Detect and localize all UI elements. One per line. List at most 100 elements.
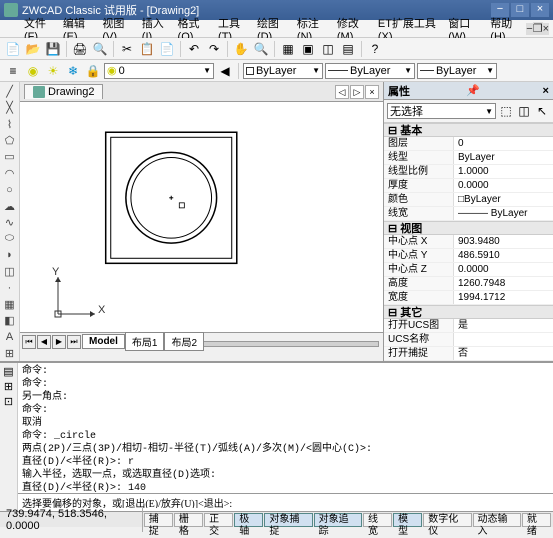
text-icon[interactable]: A <box>2 330 18 344</box>
close-button[interactable]: × <box>531 3 549 17</box>
point-icon[interactable]: · <box>2 281 18 295</box>
prop-snap-val[interactable]: 否 <box>454 347 553 360</box>
document-tab[interactable]: Drawing2 <box>24 84 103 99</box>
prop-width-val[interactable]: 1994.1712 <box>454 291 553 304</box>
layout-last-icon[interactable]: ⏭ <box>67 335 81 349</box>
cmd-icon-a[interactable]: ▤ <box>3 365 13 378</box>
tool-a-icon[interactable]: ▦ <box>279 40 297 58</box>
polygon-icon[interactable]: ⬠ <box>2 133 18 147</box>
selection-row: 无选择▼ ⬚ ◫ ↖ <box>384 100 553 123</box>
redo-icon[interactable]: ↷ <box>205 40 223 58</box>
tool-b-icon[interactable]: ▣ <box>299 40 317 58</box>
layout-first-icon[interactable]: ⏮ <box>22 335 36 349</box>
layout-prev-icon[interactable]: ◀ <box>37 335 51 349</box>
paste-icon[interactable]: 📄 <box>158 40 176 58</box>
prop-ltscale-val[interactable]: 1.0000 <box>454 165 553 178</box>
rectangle-icon[interactable]: ▭ <box>2 150 18 164</box>
prop-linetype-val[interactable]: ByLayer <box>454 151 553 164</box>
prop-layer-val[interactable]: 0 <box>454 137 553 150</box>
layout-next-icon[interactable]: ▶ <box>52 335 66 349</box>
tool-c-icon[interactable]: ◫ <box>319 40 337 58</box>
print-icon[interactable]: 🖨 <box>71 40 89 58</box>
xline-icon[interactable]: ╳ <box>2 100 18 114</box>
prop-ucs-val[interactable]: 是 <box>454 319 553 332</box>
group-other[interactable]: ⊟其它 <box>384 305 553 319</box>
prop-centery-val[interactable]: 486.5910 <box>454 249 553 262</box>
cmd-icon-b[interactable]: ⊞ <box>4 380 13 393</box>
hatch-icon[interactable]: ▦ <box>2 297 18 311</box>
region-icon[interactable]: ◧ <box>2 314 18 328</box>
prop-lineweight-val[interactable]: ——— ByLayer <box>454 207 553 220</box>
layer-prev-icon[interactable]: ◀ <box>216 62 234 80</box>
open-icon[interactable]: 📂 <box>24 40 42 58</box>
prop-ucsname-val[interactable] <box>454 333 553 346</box>
status-dyn[interactable]: 动态输入 <box>473 513 521 527</box>
layer-combo[interactable]: ◉0▼ <box>104 63 214 79</box>
drawing-canvas[interactable]: X Y <box>20 102 383 332</box>
select-icon[interactable]: ↖ <box>534 103 550 119</box>
status-ready[interactable]: 就绪 <box>522 513 551 527</box>
status-ortho[interactable]: 正交 <box>204 513 233 527</box>
circle-icon[interactable]: ○ <box>2 182 18 196</box>
prop-ucs-key: 打开UCS图标 <box>384 319 454 332</box>
cut-icon[interactable]: ✂ <box>118 40 136 58</box>
properties-pin-icon[interactable]: 📌 <box>466 84 480 97</box>
table-icon[interactable]: ⊞ <box>2 347 18 361</box>
command-history[interactable]: 命令: 命令: 另一角点: 命令: 取消 命令: _circle 两点(2P)/… <box>18 363 553 493</box>
layer-d-icon[interactable]: 🔒 <box>84 62 102 80</box>
spline-icon[interactable]: ∿ <box>2 215 18 229</box>
ellipse-arc-icon[interactable]: ◗ <box>2 248 18 262</box>
preview-icon[interactable]: 🔍 <box>91 40 109 58</box>
status-osnap[interactable]: 对象捕捉 <box>264 513 312 527</box>
help-icon[interactable]: ? <box>366 40 384 58</box>
tab-layout2[interactable]: 布局2 <box>164 332 204 351</box>
block-icon[interactable]: ◫ <box>2 264 18 278</box>
pline-icon[interactable]: ⌇ <box>2 117 18 131</box>
copy-icon[interactable]: 📋 <box>138 40 156 58</box>
properties-close-icon[interactable]: × <box>543 85 549 97</box>
prop-color-val[interactable]: □ByLayer <box>454 193 553 206</box>
revcloud-icon[interactable]: ☁ <box>2 199 18 213</box>
arc-icon[interactable]: ◠ <box>2 166 18 180</box>
pickadd-icon[interactable]: ◫ <box>516 103 532 119</box>
status-otrack[interactable]: 对象追踪 <box>314 513 362 527</box>
tab-close-icon[interactable]: × <box>365 85 379 99</box>
save-icon[interactable]: 💾 <box>44 40 62 58</box>
cmd-icon-c[interactable]: ⊡ <box>4 395 13 408</box>
command-input[interactable] <box>22 497 549 508</box>
tab-layout1[interactable]: 布局1 <box>125 332 165 351</box>
pan-icon[interactable]: ✋ <box>232 40 250 58</box>
new-icon[interactable]: 📄 <box>4 40 22 58</box>
status-polar[interactable]: 极轴 <box>234 513 263 527</box>
group-view[interactable]: ⊟视图 <box>384 221 553 235</box>
tab-next-icon[interactable]: ▷ <box>350 85 364 99</box>
tab-model[interactable]: Model <box>82 334 125 349</box>
layer-a-icon[interactable]: ◉ <box>24 62 42 80</box>
status-grid[interactable]: 栅格 <box>174 513 203 527</box>
layer-b-icon[interactable]: ☀ <box>44 62 62 80</box>
doc-close-button[interactable]: × <box>543 23 549 35</box>
layer-c-icon[interactable]: ❄ <box>64 62 82 80</box>
linetype-combo[interactable]: ByLayer▼ <box>325 63 415 79</box>
lineweight-combo[interactable]: ByLayer▼ <box>417 63 497 79</box>
selection-combo[interactable]: 无选择▼ <box>387 103 496 119</box>
tool-d-icon[interactable]: ▤ <box>339 40 357 58</box>
ellipse-icon[interactable]: ⬭ <box>2 232 18 246</box>
quickselect-icon[interactable]: ⬚ <box>498 103 514 119</box>
prop-height-val[interactable]: 1260.7948 <box>454 277 553 290</box>
prop-centerz-val[interactable]: 0.0000 <box>454 263 553 276</box>
group-basic[interactable]: ⊟基本 <box>384 123 553 137</box>
undo-icon[interactable]: ↶ <box>185 40 203 58</box>
prop-centerx-val[interactable]: 903.9480 <box>454 235 553 248</box>
status-tablet[interactable]: 数字化仪 <box>423 513 471 527</box>
tab-prev-icon[interactable]: ◁ <box>335 85 349 99</box>
status-snap[interactable]: 捕捉 <box>144 513 173 527</box>
line-icon[interactable]: ╱ <box>2 84 18 98</box>
prop-thickness-val[interactable]: 0.0000 <box>454 179 553 192</box>
status-lwt[interactable]: 线宽 <box>363 513 392 527</box>
color-combo[interactable]: ByLayer▼ <box>243 63 323 79</box>
status-model[interactable]: 模型 <box>393 513 422 527</box>
doc-restore-button[interactable]: ❐ <box>533 22 543 35</box>
zoom-icon[interactable]: 🔍 <box>252 40 270 58</box>
layer-manager-icon[interactable]: ≡ <box>4 62 22 80</box>
